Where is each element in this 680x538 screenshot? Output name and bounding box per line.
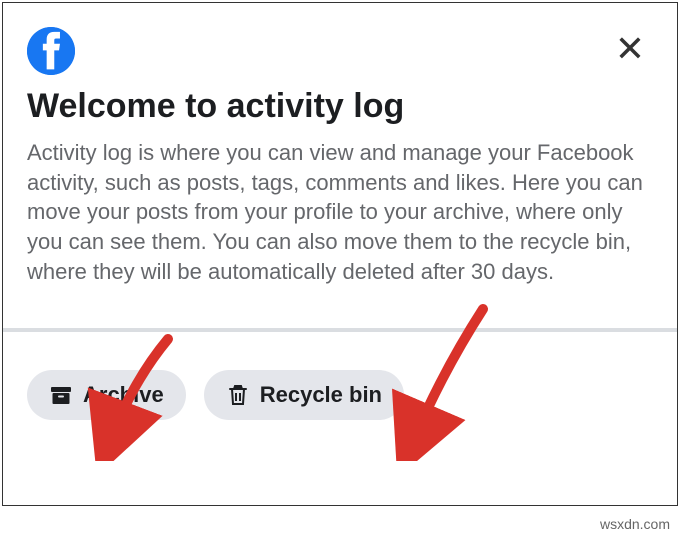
page-title: Welcome to activity log (3, 83, 677, 138)
description-text: Activity log is where you can view and m… (3, 138, 677, 302)
recycle-bin-button-label: Recycle bin (260, 382, 382, 408)
archive-button-label: Archive (83, 382, 164, 408)
facebook-logo-icon (27, 27, 75, 75)
close-icon[interactable]: ✕ (607, 27, 653, 71)
divider (3, 328, 677, 332)
archive-icon (49, 383, 73, 407)
trash-icon (226, 383, 250, 407)
watermark: wsxdn.com (600, 516, 670, 532)
recycle-bin-button[interactable]: Recycle bin (204, 370, 404, 420)
archive-button[interactable]: Archive (27, 370, 186, 420)
